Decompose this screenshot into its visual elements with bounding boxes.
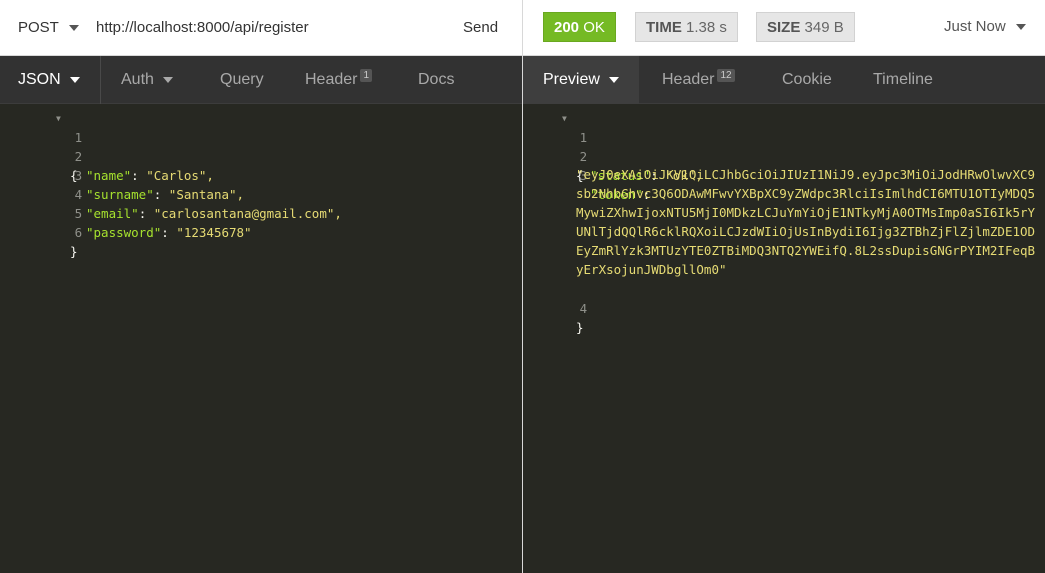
tab-response-header-label: Header (662, 71, 715, 88)
size-badge: SIZE 349 B (756, 12, 855, 42)
code-line: 1 ▼ { (523, 109, 587, 183)
time-badge: TIME 1.38 s (635, 12, 738, 42)
time-value: 1.38 s (686, 19, 727, 36)
tab-header-label: Header (305, 71, 358, 88)
chevron-down-icon (162, 77, 173, 83)
json-key: "name" (86, 168, 132, 183)
chevron-down-icon (69, 77, 80, 83)
send-button[interactable]: Send (463, 19, 498, 36)
tab-docs-label: Docs (418, 71, 455, 88)
close-brace: } (576, 320, 584, 335)
json-key: "surname" (86, 187, 154, 202)
tab-header[interactable]: Header 1 (305, 56, 373, 104)
close-brace: } (70, 244, 78, 259)
request-tabs: JSON Auth Query Header 1 Docs (0, 56, 522, 104)
tab-preview-label: Preview (543, 71, 600, 88)
tab-query[interactable]: Query (220, 56, 264, 104)
size-value: 349 B (804, 19, 844, 36)
line-number: 3 (74, 168, 83, 183)
status-badge: 200 OK (543, 12, 616, 42)
url-input[interactable]: http://localhost:8000/api/register (96, 19, 309, 36)
json-key: "password" (86, 225, 162, 240)
request-body-editor[interactable]: 1 ▼ { 2 "name": "Carlos", 3 "surname": "… (0, 104, 522, 573)
tab-cookie[interactable]: Cookie (782, 56, 832, 104)
code-line: 1 ▼ { (0, 109, 82, 183)
pane-divider[interactable] (522, 0, 523, 573)
tab-json[interactable]: JSON (18, 56, 80, 104)
line-number: 2 (579, 149, 588, 164)
code-line: 2 "status": "ok", (523, 128, 703, 183)
json-value: "Carlos", (146, 168, 214, 183)
line-number: 4 (579, 301, 588, 316)
fold-arrow-icon[interactable]: ▼ (562, 109, 567, 128)
line-number: 6 (74, 225, 83, 240)
chevron-down-icon (608, 77, 619, 83)
line-number: 2 (74, 149, 83, 164)
header-count-badge: 1 (360, 68, 373, 82)
tab-timeline[interactable]: Timeline (873, 56, 933, 104)
code-line: 4 "email": "carlosantana@gmail.com", (0, 166, 342, 221)
chevron-down-icon (68, 24, 79, 31)
tab-separator (100, 56, 101, 104)
chevron-down-icon (1015, 23, 1026, 30)
code-line: 2 "name": "Carlos", (0, 128, 214, 183)
method-dropdown[interactable]: POST (18, 19, 79, 36)
history-label: Just Now (944, 18, 1006, 35)
method-label: POST (18, 19, 59, 36)
history-dropdown[interactable]: Just Now (944, 18, 1026, 35)
tab-cookie-label: Cookie (782, 71, 832, 88)
tab-timeline-label: Timeline (873, 71, 933, 88)
tab-auth[interactable]: Auth (121, 56, 173, 104)
line-number: 1 (579, 130, 588, 145)
time-label: TIME (646, 19, 682, 36)
tab-auth-label: Auth (121, 71, 154, 88)
response-tabs: Preview Header 12 Cookie Timeline (523, 56, 1045, 104)
line-number: 4 (74, 187, 83, 202)
code-line: 3 "surname": "Santana", (0, 147, 244, 202)
json-key: "email" (86, 206, 139, 221)
code-line: 6 } (0, 204, 82, 259)
response-preview[interactable]: 1 ▼ { 2 "status": "ok", 3 "token": "eyJ0… (523, 104, 1045, 573)
tab-json-label: JSON (18, 71, 61, 88)
response-header-count-badge: 12 (717, 68, 735, 82)
json-value: "Santana", (168, 187, 245, 202)
tab-docs[interactable]: Docs (418, 56, 454, 104)
tab-query-label: Query (220, 71, 264, 88)
code-line: 4 } (523, 280, 587, 335)
status-code: 200 (554, 19, 580, 36)
code-line: 3 "token": (523, 147, 651, 202)
response-bar: 200 OK TIME 1.38 s SIZE 349 B Just Now (523, 0, 1045, 56)
line-number: 5 (74, 206, 83, 221)
json-value: "carlosantana@gmail.com", (153, 206, 342, 221)
token-value: "eyJ0eXAiOiJKV1QiLCJhbGciOiJIUzI1NiJ9.ey… (576, 167, 1036, 277)
json-value: "12345678" (176, 225, 252, 240)
line-number: 1 (74, 130, 83, 145)
request-bar: POST http://localhost:8000/api/register … (0, 0, 522, 56)
code-line: 5 "password": "12345678" (0, 185, 252, 240)
size-label: SIZE (767, 19, 801, 36)
tab-response-header[interactable]: Header 12 (662, 56, 735, 104)
fold-arrow-icon[interactable]: ▼ (56, 109, 61, 128)
tab-preview[interactable]: Preview (523, 56, 639, 104)
status-text: OK (583, 19, 605, 36)
